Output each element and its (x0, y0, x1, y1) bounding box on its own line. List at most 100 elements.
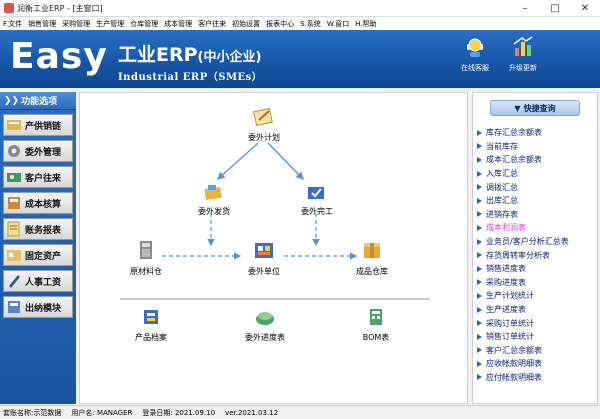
flow-outsource-send[interactable]: 委外发货 (190, 183, 238, 217)
menu-production[interactable]: 生产管理 (96, 19, 124, 29)
quick-link[interactable]: 业务员/客户分析汇总表 (477, 235, 569, 249)
quick-link-label: 当前库存 (486, 141, 518, 151)
close-button[interactable]: ✕ (570, 0, 600, 16)
quick-link[interactable]: 销售订单统计 (477, 330, 569, 344)
supply-chain-icon (7, 120, 21, 130)
status-bar: 套账名称:示范数据 用户名: MANAGER 登录日期: 2021.09.10 … (0, 405, 600, 419)
menu-init[interactable]: 初始设置 (232, 19, 260, 29)
quick-link[interactable]: 库存汇总余额表 (477, 126, 569, 140)
quick-link[interactable]: 采购订单统计 (477, 316, 569, 330)
quick-link-label: 应付帐款明细表 (486, 372, 542, 382)
quick-link-label: 采购订单统计 (486, 318, 534, 328)
sidebar-item-outsource[interactable]: 委外管理 (3, 140, 73, 162)
flow-raw-warehouse[interactable]: 原材料仓 (122, 239, 170, 277)
menu-system[interactable]: S.系统 (300, 19, 321, 29)
header-banner: Easy 工业ERP(中小企业) Industrial ERP（SMEs） 在线… (0, 30, 600, 88)
quick-link-label: 业务员/客户分析汇总表 (486, 237, 569, 247)
quick-link[interactable]: 成本利润表 (477, 221, 569, 235)
bullet-arrow-icon (477, 306, 482, 313)
menu-window[interactable]: W.窗口 (327, 19, 349, 29)
menu-bar: F.文件 销售管理 采购管理 生产管理 仓库管理 成本管理 客户往来 初始设置 … (0, 17, 600, 30)
bullet-arrow-icon (477, 184, 482, 191)
menu-customer[interactable]: 客户往来 (198, 19, 226, 29)
flow-outsource-unit[interactable]: 委外单位 (240, 239, 288, 277)
quick-query-header: ▼ 快捷查询 (490, 100, 580, 116)
sidebar-item-hr[interactable]: 人事工资 (3, 270, 73, 292)
online-service-button[interactable]: 在线客服 (454, 36, 496, 73)
maximize-button[interactable]: □ (540, 0, 570, 16)
menu-sales[interactable]: 销售管理 (28, 19, 56, 29)
upgrade-chart-icon (513, 36, 533, 56)
cashier-icon (8, 301, 20, 313)
flow-bom-table[interactable]: BOM表 (356, 307, 396, 343)
quick-query-panel: ▼ 快捷查询 库存汇总余额表 当前库存成本汇总余额表入库汇总 调拨汇总出库汇总 进销存表… (472, 92, 598, 404)
quick-link-label: 进销存表 (486, 209, 518, 219)
bullet-arrow-icon (477, 333, 482, 340)
customer-icon (7, 173, 21, 182)
quick-link[interactable]: 采购进度表 (477, 276, 569, 290)
flow-outsource-plan[interactable]: 委外计划 (240, 107, 288, 143)
quick-link[interactable]: 调拨汇总 (477, 180, 569, 194)
complete-icon (308, 187, 324, 199)
send-goods-icon (204, 185, 222, 201)
quick-link[interactable]: 存货周转率分析表 (477, 248, 569, 262)
bullet-arrow-icon (477, 347, 482, 354)
bullet-arrow-icon (477, 170, 482, 177)
quick-link-label: 生产计划统计 (486, 291, 534, 301)
menu-report[interactable]: 报表中心 (266, 19, 294, 29)
quick-link[interactable]: 进销存表 (477, 208, 569, 222)
quick-link-label: 成本汇总余额表 (486, 155, 542, 165)
bullet-arrow-icon (477, 265, 482, 272)
flow-panel: 委外计划 委外发货 委外完工 原材料仓 委外单位 成品仓库 产品档案 委外进度表… (79, 92, 468, 404)
menu-warehouse[interactable]: 仓库管理 (130, 19, 158, 29)
bullet-arrow-icon (477, 252, 482, 259)
sidebar-header: ❯❯ 功能选项 (0, 92, 76, 110)
quick-query-list: 库存汇总余额表 当前库存成本汇总余额表入库汇总 调拨汇总出库汇总 进销存表成本利润表业… (477, 126, 569, 384)
quick-link[interactable]: 应收帐款明细表 (477, 357, 569, 371)
plan-document-icon (253, 107, 273, 127)
unit-icon (255, 243, 273, 258)
bullet-arrow-icon (477, 360, 482, 367)
flow-outsource-done[interactable]: 委外完工 (293, 183, 341, 217)
bullet-arrow-icon (477, 292, 482, 299)
sidebar-item-supply-chain[interactable]: 产供销链 (3, 114, 73, 136)
quick-link-label: 调拨汇总 (486, 182, 518, 192)
quick-link[interactable]: 生产计划统计 (477, 289, 569, 303)
quick-link-label: 存货周转率分析表 (486, 250, 550, 260)
bullet-arrow-icon (477, 224, 482, 231)
menu-cost[interactable]: 成本管理 (164, 19, 192, 29)
quick-link[interactable]: 出库汇总 (477, 194, 569, 208)
sidebar-item-cashier[interactable]: 出纳模块 (3, 296, 73, 318)
sidebar-item-customer[interactable]: 客户往来 (3, 166, 73, 188)
assets-icon (7, 250, 21, 261)
flow-product-file[interactable]: 产品档案 (126, 307, 176, 343)
quick-link[interactable]: 成本汇总余额表 (477, 153, 569, 167)
bom-calculator-icon (370, 309, 382, 325)
pen-icon (9, 275, 20, 288)
quick-link[interactable]: 销售进度表 (477, 262, 569, 276)
menu-help[interactable]: H.帮助 (355, 19, 376, 29)
flow-progress-table[interactable]: 委外进度表 (237, 307, 293, 343)
quick-link[interactable]: 应付帐款明细表 (477, 371, 569, 385)
bullet-arrow-icon (477, 279, 482, 286)
quick-link[interactable]: 入库汇总 (477, 167, 569, 181)
menu-file[interactable]: F.文件 (3, 19, 22, 29)
flow-product-warehouse[interactable]: 成品仓库 (348, 239, 396, 277)
sidebar-item-accounts[interactable]: 账务报表 (3, 218, 73, 240)
brand-english: Industrial ERP（SMEs） (118, 72, 263, 83)
window-titlebar: 润衡工业ERP - [主窗口] – □ ✕ (0, 0, 600, 17)
upgrade-label: 升级更新 (509, 64, 537, 72)
quick-link[interactable]: 当前库存 (477, 140, 569, 154)
sidebar-item-cost[interactable]: 成本核算 (3, 192, 73, 214)
quick-link[interactable]: 客户汇总余额表 (477, 344, 569, 358)
minimize-button[interactable]: – (510, 0, 540, 16)
headset-icon (467, 38, 483, 57)
product-box-icon (364, 243, 380, 258)
upgrade-button[interactable]: 升级更新 (502, 36, 544, 73)
brand-subtitle: (中小企业) (197, 50, 262, 65)
quick-link-label: 客户汇总余额表 (486, 345, 542, 355)
window-title: 润衡工业ERP - [主窗口] (17, 3, 103, 13)
quick-link[interactable]: 生产进度表 (477, 303, 569, 317)
menu-purchase[interactable]: 采购管理 (62, 19, 90, 29)
sidebar-item-assets[interactable]: 固定资产 (3, 244, 73, 266)
